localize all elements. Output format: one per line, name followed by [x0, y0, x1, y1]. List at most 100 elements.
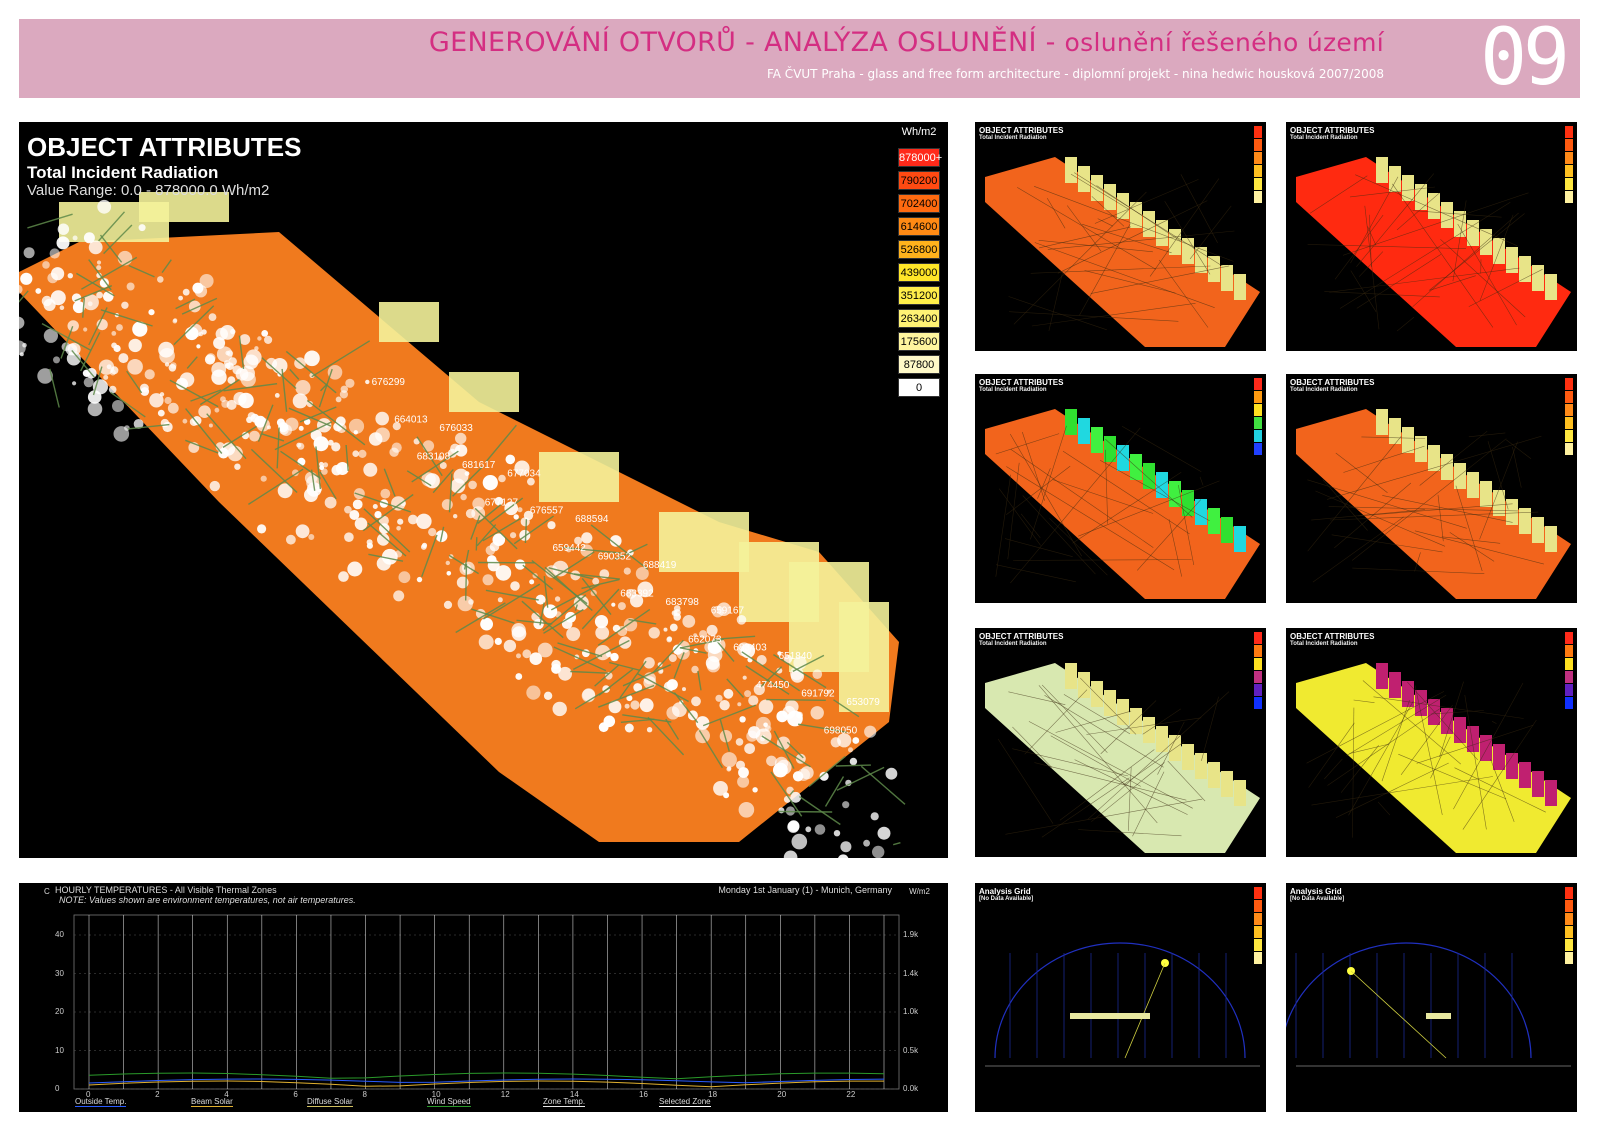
mesh-speckle [352, 499, 363, 510]
mesh-speckle [516, 653, 521, 659]
scale-swatch [1565, 658, 1573, 670]
mesh-speckle [178, 295, 184, 301]
radiation-value-label: 659442 [553, 543, 587, 554]
scale-swatch [1254, 658, 1262, 670]
radiation-value-label: 659167 [711, 606, 745, 617]
radiation-value-label: 677127 [485, 497, 519, 508]
mesh-speckle [863, 839, 870, 847]
building-block [1376, 409, 1388, 435]
mesh-speckle [623, 567, 631, 575]
building-block [1545, 780, 1557, 806]
chart-legend-item: Wind Speed [427, 1097, 471, 1107]
mesh-edge [475, 537, 478, 551]
mesh-speckle [111, 342, 117, 349]
mesh-speckle [121, 301, 129, 309]
building-block [1389, 672, 1401, 698]
thumbnail-subtitle: Total Incident Radiation [1290, 387, 1358, 393]
building-block [1545, 526, 1557, 552]
building-block [1467, 726, 1479, 752]
scale-swatch [1565, 952, 1573, 964]
mesh-speckle [517, 507, 523, 513]
mesh-speckle [23, 247, 35, 259]
scale-swatch [1565, 139, 1573, 151]
mesh-speckle [682, 687, 686, 692]
legend-swatch: 351200 [898, 286, 940, 305]
mesh-speckle [185, 326, 199, 341]
mesh-speckle [422, 440, 435, 452]
main-radiation-view: 676299 664013 683108 676033 681617 677127 6770… [19, 122, 948, 858]
mesh-speckle [295, 524, 310, 539]
mesh-speckle [83, 377, 94, 388]
x-tick: 20 [777, 1090, 787, 1099]
mesh-edge [824, 776, 845, 807]
site-surface [985, 663, 1260, 853]
mesh-speckle [790, 669, 805, 683]
mesh-speckle [547, 521, 556, 530]
mesh-speckle [554, 596, 561, 602]
mesh-speckle [179, 372, 195, 387]
building-block [1169, 481, 1181, 507]
chart-legend-item: Zone Temp. [543, 1097, 586, 1107]
header-banner: GENEROVÁNÍ OTVORŮ - ANALÝZA OSLUNĚNÍ - o… [19, 13, 1580, 103]
scale-swatch [1254, 378, 1262, 390]
scale-swatch [1565, 443, 1573, 455]
mesh-speckle [353, 430, 358, 435]
mesh-speckle [706, 659, 721, 673]
radiation-value-label: 698050 [824, 726, 858, 737]
mesh-edge [1468, 432, 1506, 438]
radiation-value-label: 664013 [394, 414, 428, 425]
mesh-speckle [331, 442, 341, 452]
radiation-value-label: 677034 [507, 469, 541, 480]
mesh-speckle [482, 574, 494, 586]
mesh-speckle [515, 673, 523, 680]
mesh-speckle [472, 497, 485, 511]
mesh-speckle [316, 486, 322, 493]
mesh-speckle [648, 627, 660, 639]
scale-swatch [1565, 900, 1573, 912]
radiation-value-label: 683403 [733, 643, 767, 654]
mesh-speckle [446, 571, 452, 576]
mesh-speckle [787, 820, 800, 833]
scale-swatch [1565, 671, 1573, 683]
mesh-speckle [624, 703, 630, 709]
mesh-speckle [245, 349, 262, 366]
mesh-speckle [49, 248, 60, 259]
mesh-speckle [261, 330, 269, 337]
mesh-speckle [72, 381, 77, 386]
building-block [1480, 481, 1492, 507]
scale-swatch [1254, 887, 1262, 899]
scale-swatch [1254, 697, 1262, 709]
scale-swatch [1565, 645, 1573, 657]
thumbnail-subtitle: Total Incident Radiation [1290, 135, 1358, 141]
mesh-speckle [726, 766, 732, 772]
thumbnail-title: Analysis Grid [1290, 887, 1342, 896]
mesh-speckle [257, 524, 267, 534]
chart-frame [73, 914, 900, 1090]
scale-swatch [1565, 684, 1573, 696]
thumbnail-title: OBJECT ATTRIBUTES [1290, 126, 1375, 135]
site-model [1426, 1013, 1451, 1019]
mesh-speckle [673, 613, 681, 621]
mesh-speckle [331, 464, 343, 476]
mesh-speckle [117, 250, 133, 266]
mesh-speckle [598, 722, 609, 733]
thumbnail-title: Analysis Grid [979, 887, 1031, 896]
mesh-speckle [88, 240, 103, 255]
mesh-speckle [354, 517, 368, 531]
scale-swatch [1565, 697, 1573, 709]
mesh-speckle [257, 336, 262, 341]
mesh-speckle [669, 623, 678, 632]
mesh-speckle [214, 407, 220, 413]
color-legend: Wh/m2 878000+ 790200 702400 614600 526800 439… [898, 126, 942, 401]
mesh-speckle [264, 335, 273, 344]
radiation-value-label: 690352 [598, 551, 632, 562]
mesh-speckle [497, 597, 503, 603]
mesh-speckle [441, 499, 453, 511]
mesh-speckle [630, 700, 640, 710]
mesh-speckle [721, 752, 737, 768]
mesh-speckle [495, 565, 512, 581]
y2-tick: 1.9k [903, 930, 919, 939]
mesh-speckle [365, 379, 370, 385]
mesh-speckle [715, 694, 723, 702]
y2-tick: 0.5k [903, 1045, 919, 1055]
